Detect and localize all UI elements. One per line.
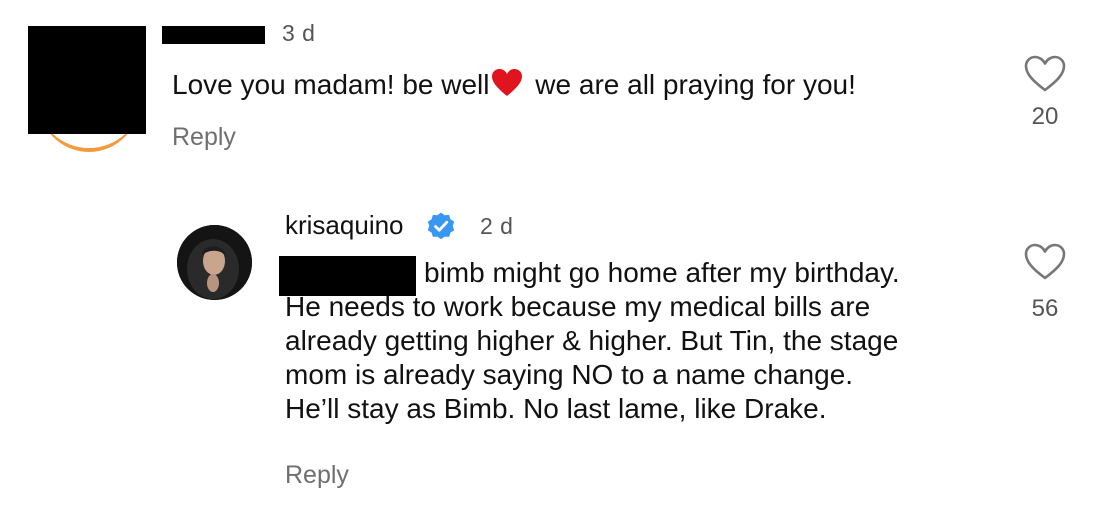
reply-button[interactable]: Reply bbox=[172, 123, 236, 152]
reply-timestamp: 2 d bbox=[480, 213, 514, 239]
profile-photo bbox=[177, 225, 252, 300]
reply-line: mom is already saying NO to a name chang… bbox=[285, 359, 854, 390]
red-heart-emoji-icon bbox=[491, 69, 522, 96]
reply-text: bimb might go home after my birthday. He… bbox=[285, 256, 1005, 426]
avatar-redacted[interactable] bbox=[28, 26, 146, 134]
like-heart-icon[interactable] bbox=[1023, 54, 1067, 94]
like-count: 56 bbox=[1031, 295, 1059, 322]
reply-username[interactable]: krisaquino bbox=[285, 210, 404, 241]
comment-text-part1: Love you madam! be well bbox=[172, 69, 490, 100]
reply-line: bimb might go home after my birthday. bbox=[424, 257, 900, 288]
reply-line: He needs to work because my medical bill… bbox=[285, 291, 871, 322]
username-redacted[interactable] bbox=[162, 26, 265, 44]
verified-icon bbox=[427, 212, 455, 240]
reply-line: He’ll stay as Bimb. No last lame, like D… bbox=[285, 393, 827, 424]
reply-line: already getting higher & higher. But Tin… bbox=[285, 325, 899, 356]
comment-text-part2: we are all praying for you! bbox=[527, 69, 856, 100]
comment-timestamp: 3 d bbox=[282, 20, 316, 46]
reply-button[interactable]: Reply bbox=[285, 461, 349, 490]
avatar[interactable] bbox=[177, 225, 252, 300]
like-count: 20 bbox=[1031, 103, 1059, 130]
comment-text: Love you madam! be well we are all prayi… bbox=[172, 68, 856, 101]
like-heart-icon[interactable] bbox=[1023, 242, 1067, 282]
